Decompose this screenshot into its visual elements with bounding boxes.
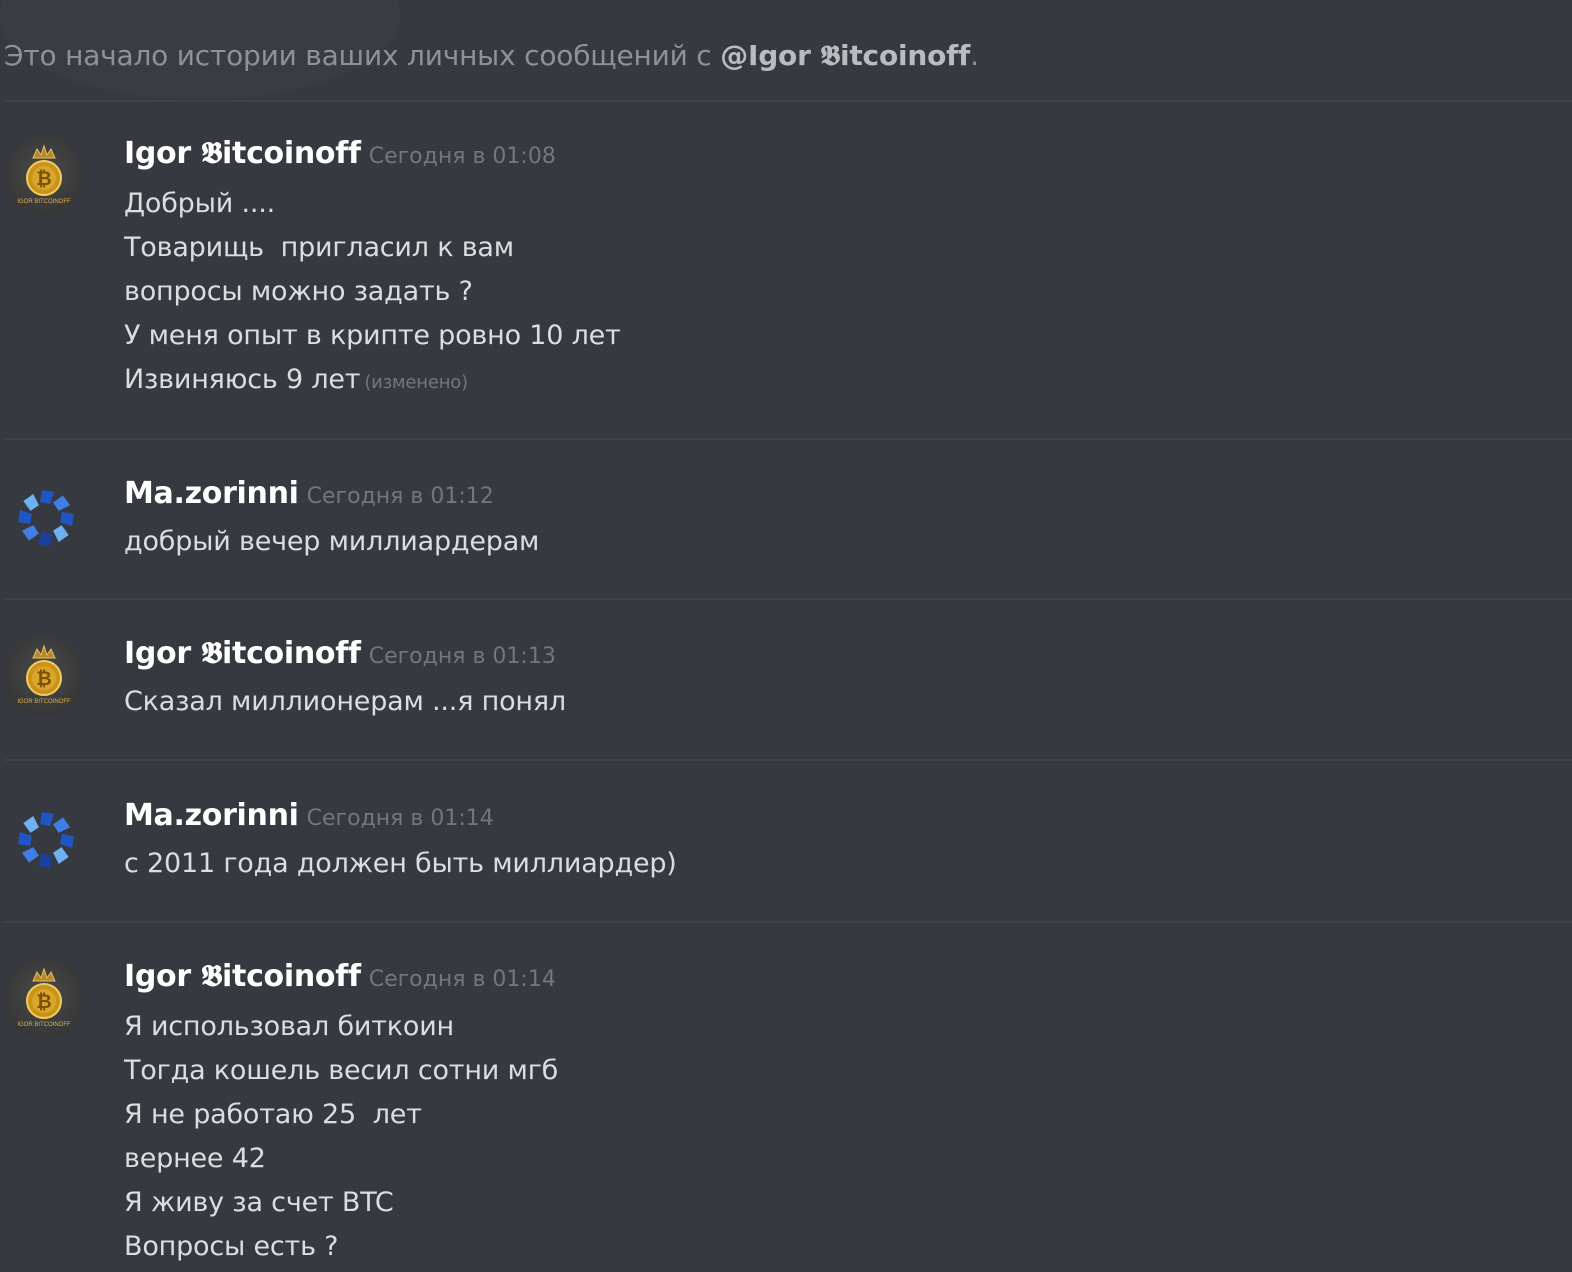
- dm-history-intro: Это начало истории ваших личных сообщени…: [4, 36, 979, 76]
- blue-star-icon[interactable]: [4, 476, 84, 556]
- svg-text:IGOR BITCOINOFF: IGOR BITCOINOFF: [17, 199, 71, 205]
- timestamp[interactable]: Сегодня в 01:14: [307, 806, 494, 831]
- intro-period: .: [970, 39, 979, 72]
- username[interactable]: Igor 𝕭itcoinoff: [124, 136, 361, 171]
- timestamp[interactable]: Сегодня в 01:13: [369, 644, 556, 669]
- user-mention[interactable]: @Igor 𝕭itcoinoff: [720, 39, 970, 72]
- svg-text:₿: ₿: [36, 669, 51, 690]
- timestamp[interactable]: Сегодня в 01:14: [369, 967, 556, 992]
- message-line: Я использовал биткоин: [124, 1011, 455, 1042]
- divider: [4, 100, 1572, 102]
- message-content: добрый вечер миллиардерам: [124, 520, 539, 564]
- message-line: У меня опыт в крипте ровно 10 лет: [124, 320, 621, 351]
- blue-star-icon[interactable]: [4, 798, 84, 878]
- message-line-edited: Извиняюсь 9 лет (изменено): [124, 358, 621, 405]
- message-line: вернее 42: [124, 1143, 266, 1174]
- divider: [4, 598, 1572, 600]
- bitcoin-crown-icon[interactable]: ₿ IGOR BITCOINOFF: [4, 959, 84, 1039]
- username[interactable]: Ma.zorinni: [124, 476, 299, 511]
- username[interactable]: Ma.zorinni: [124, 798, 299, 833]
- svg-text:₿: ₿: [36, 169, 51, 190]
- message-header: Igor 𝕭itcoinoff Сегодня в 01:08: [124, 136, 556, 171]
- svg-text:IGOR BITCOINOFF: IGOR BITCOINOFF: [17, 1022, 71, 1028]
- intro-text: Это начало истории ваших личных сообщени…: [4, 39, 721, 72]
- message-content: Я использовал биткоин Тогда кошель весил…: [124, 1005, 558, 1269]
- edited-label: (изменено): [364, 372, 468, 393]
- message-line: Добрый ....: [124, 188, 275, 219]
- message-line: Вопросы есть ?: [124, 1231, 339, 1262]
- timestamp[interactable]: Сегодня в 01:08: [369, 144, 556, 169]
- message-line: Сказал миллионерам ...я понял: [124, 686, 566, 717]
- message-line: с 2011 года должен быть миллиардер): [124, 848, 677, 879]
- message-line: Тогда кошель весил сотни мгб: [124, 1055, 559, 1086]
- message-header: Ma.zorinni Сегодня в 01:14: [124, 798, 494, 833]
- message-line: вопросы можно задать ?: [124, 276, 473, 307]
- message-header: Igor 𝕭itcoinoff Сегодня в 01:14: [124, 959, 556, 994]
- message-line: добрый вечер миллиардерам: [124, 526, 540, 557]
- message-header: Ma.zorinni Сегодня в 01:12: [124, 476, 494, 511]
- message-line: Я живу за счет BTC: [124, 1187, 394, 1218]
- message-header: Igor 𝕭itcoinoff Сегодня в 01:13: [124, 636, 556, 671]
- username[interactable]: Igor 𝕭itcoinoff: [124, 636, 361, 671]
- bitcoin-crown-icon[interactable]: ₿ IGOR BITCOINOFF: [4, 136, 84, 216]
- bitcoin-crown-icon[interactable]: ₿ IGOR BITCOINOFF: [4, 636, 84, 716]
- message-line: Товарищь пригласил к вам: [124, 232, 514, 263]
- message-content: Сказал миллионерам ...я понял: [124, 680, 566, 724]
- message-text: Извиняюсь 9 лет: [124, 364, 361, 395]
- divider: [4, 759, 1572, 761]
- divider: [4, 921, 1572, 923]
- dm-chat-window: Это начало истории ваших личных сообщени…: [0, 0, 1572, 1272]
- message-line: Я не работаю 25 лет: [124, 1099, 422, 1130]
- message-content: с 2011 года должен быть миллиардер): [124, 842, 677, 886]
- timestamp[interactable]: Сегодня в 01:12: [307, 484, 494, 509]
- divider: [4, 438, 1572, 440]
- message-content: Добрый .... Товарищь пригласил к вам воп…: [124, 182, 621, 405]
- svg-text:₿: ₿: [36, 992, 51, 1013]
- username[interactable]: Igor 𝕭itcoinoff: [124, 959, 361, 994]
- svg-text:IGOR BITCOINOFF: IGOR BITCOINOFF: [17, 699, 71, 705]
